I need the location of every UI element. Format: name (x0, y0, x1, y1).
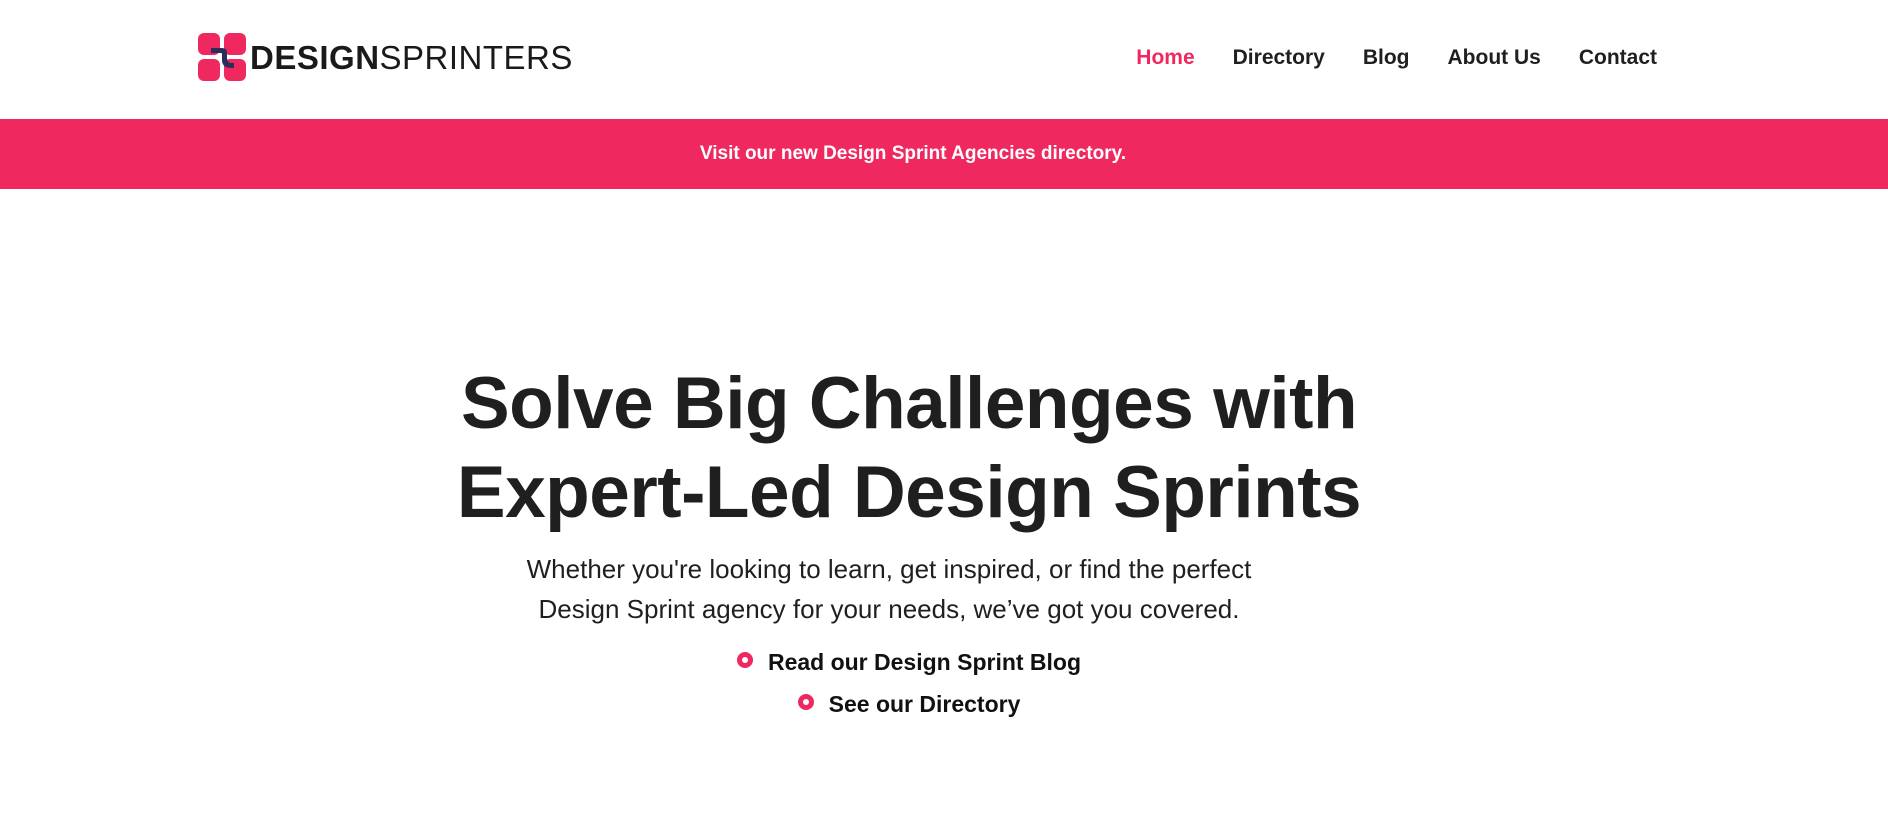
directory-link[interactable]: See our Directory (829, 691, 1021, 718)
hero-links: Read our Design Sprint Blog See our Dire… (0, 641, 1853, 725)
banner-link[interactable]: Visit our new Design Sprint Agencies dir… (700, 143, 1126, 165)
logo-text: DESIGNSPRINTERS (250, 38, 573, 76)
logo-mark-icon (198, 33, 246, 81)
bullet-circle-icon (797, 694, 814, 710)
main-nav: Home Directory Blog About Us Contact (1098, 44, 1657, 72)
site-header: DESIGNSPRINTERS Home Directory Blog Abou… (0, 0, 1888, 119)
nav-item-contact[interactable]: Contact (1579, 44, 1657, 72)
announcement-banner: Visit our new Design Sprint Agencies dir… (0, 119, 1888, 189)
hero-title-line-1: Solve Big Challenges with (460, 363, 1358, 444)
list-item: Read our Design Sprint Blog (0, 641, 1853, 683)
nav-item-about-us[interactable]: About Us (1448, 44, 1541, 72)
blog-link[interactable]: Read our Design Sprint Blog (768, 649, 1081, 676)
list-item: See our Directory (0, 683, 1853, 725)
hero-subtitle: Whether you're looking to learn, get ins… (526, 554, 1252, 624)
hero-title-line-2: Expert-Led Design Sprints (456, 452, 1362, 533)
nav-item-blog[interactable]: Blog (1363, 44, 1410, 72)
hero-title: Solve Big Challenges with Expert-Led Des… (0, 359, 1853, 537)
bullet-circle-icon (736, 652, 753, 668)
nav-item-directory[interactable]: Directory (1233, 44, 1325, 72)
logo-link[interactable]: DESIGNSPRINTERS (197, 32, 573, 82)
nav-item-home[interactable]: Home (1136, 44, 1194, 72)
